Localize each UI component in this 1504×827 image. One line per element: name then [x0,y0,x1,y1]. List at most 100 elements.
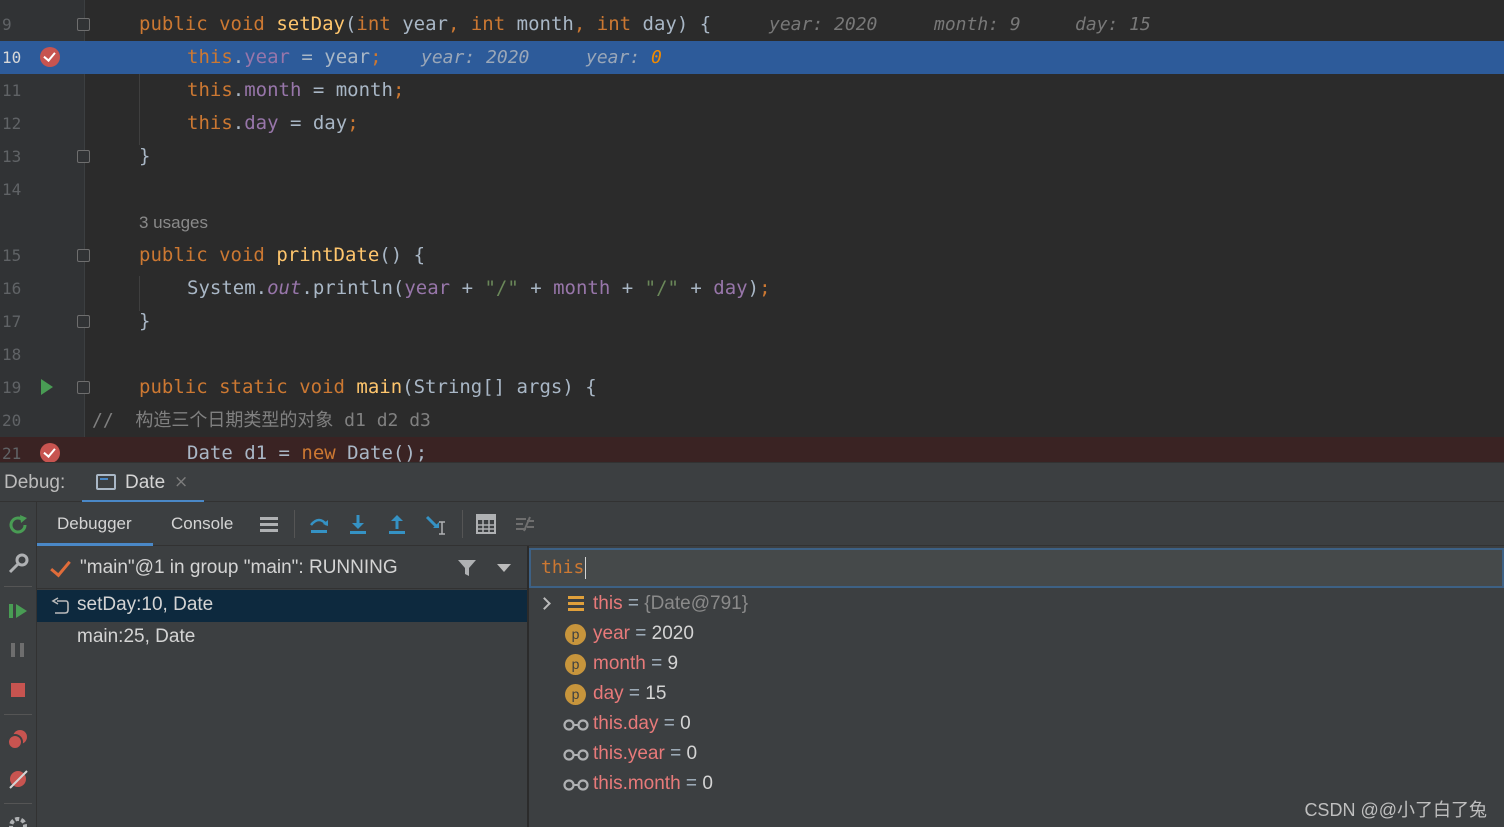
variable-row-this[interactable]: this = {Date@791} [529,590,1504,620]
debug-label: Debug: [4,472,66,493]
return-arrow-icon [51,597,69,614]
code-line-10-current[interactable]: 10 this.year = year; year: 2020 year: 0 [0,41,1504,74]
watch-glasses-icon [563,749,589,761]
code-line-15[interactable]: 15 public void printDate() { [0,239,1504,272]
code-line-17[interactable]: 17 } [0,305,1504,338]
code-comment: // 构造三个日期类型的对象 d1 d2 d3 [92,410,431,431]
fold-marker-icon[interactable] [77,150,90,163]
variable-entry: year = 2020 [593,623,694,644]
variable-row-day[interactable]: p day = 15 [529,680,1504,710]
breakpoint-verified-icon[interactable] [40,443,60,462]
code-line-20[interactable]: 20 // 构造三个日期类型的对象 d1 d2 d3 [0,404,1504,437]
code-line-12[interactable]: 12 this.day = day; [0,107,1504,140]
chevron-down-icon[interactable] [497,564,511,572]
frames-layout-icon[interactable] [258,513,280,535]
tab-console[interactable]: Console [171,514,233,534]
code-text: this.month = month; [187,79,405,101]
watch-row-this-year[interactable]: this.year = 0 [529,740,1504,770]
toolbar-separator [4,714,32,715]
line-number: 10 [2,48,22,67]
variable-row-month[interactable]: p month = 9 [529,650,1504,680]
evaluate-expression-icon[interactable] [475,513,497,535]
frame-row[interactable]: main:25, Date [37,622,527,654]
pause-icon[interactable] [6,638,30,662]
line-number: 11 [2,81,22,100]
code-line-9[interactable]: 9 public void setDay(int year, int month… [0,8,1504,41]
code-text: public void printDate() { [139,244,426,266]
thread-label: "main"@1 in group "main": RUNNING [80,557,398,578]
code-text: System.out.println(year + "/" + month + … [187,277,771,299]
inline-value-hint: year: 2020 [421,47,530,68]
fold-marker-icon[interactable] [77,18,90,31]
thread-selector[interactable]: "main"@1 in group "main": RUNNING [37,546,527,589]
frame-label: setDay:10, Date [77,594,214,615]
step-out-icon[interactable] [386,513,408,535]
variable-entry: month = 9 [593,653,679,674]
watermark: CSDN @@小了白了兔 [1304,800,1487,820]
watch-row-this-day[interactable]: this.day = 0 [529,710,1504,740]
inline-value-hint: year: 0 [586,47,662,68]
chevron-right-icon[interactable] [538,597,551,610]
variable-entry: this.month = 0 [593,773,713,794]
line-number: 16 [2,279,22,298]
code-line-14[interactable]: 14 [0,173,1504,206]
settings-gear-icon[interactable] [6,814,30,827]
code-line-11[interactable]: 11 this.month = month; [0,74,1504,107]
debug-session-tab-date[interactable]: Date × [82,463,204,503]
code-line-18[interactable]: 18 [0,338,1504,371]
step-over-icon[interactable] [308,513,330,535]
code-line-19[interactable]: 19 public static void main(String[] args… [0,371,1504,404]
trace-icon[interactable] [514,513,536,535]
fold-marker-icon[interactable] [77,249,90,262]
rerun-icon[interactable] [6,513,30,537]
toolbar-separator [4,803,32,804]
watch-glasses-icon [563,719,589,731]
frame-row-selected[interactable]: setDay:10, Date [37,590,527,622]
evaluate-expression-input[interactable]: this [529,548,1504,588]
stop-icon[interactable] [6,678,30,702]
line-number: 13 [2,147,22,166]
close-icon[interactable]: × [174,472,188,492]
code-text: public void setDay(int year, int month, … [139,13,712,35]
fold-marker-icon[interactable] [77,381,90,394]
variables-panel: this this = {Date@791} p year = 2020 p m… [529,546,1504,827]
inline-value-hint: year: 2020 [769,14,878,35]
line-number: 12 [2,114,22,133]
inline-value-hint: month: 9 [934,14,1021,35]
object-field-icon [568,596,584,612]
debug-session-tab-label: Date [125,472,166,493]
watch-glasses-icon [563,779,589,791]
fold-marker-icon[interactable] [77,315,90,328]
application-window-icon [96,474,116,490]
filter-icon[interactable] [457,558,477,578]
line-number: 19 [2,378,22,397]
breakpoint-verified-icon[interactable] [40,47,60,67]
code-line-13[interactable]: 13 } [0,140,1504,173]
line-number: 15 [2,246,22,265]
settings-wrench-icon[interactable] [6,552,30,576]
step-into-icon[interactable] [347,513,369,535]
mute-breakpoints-icon[interactable] [6,767,30,791]
tab-debugger[interactable]: Debugger [57,514,132,534]
code-text: } [139,310,151,332]
code-editor[interactable]: 9 public void setDay(int year, int month… [0,0,1504,462]
resume-icon[interactable] [6,599,30,623]
variable-entry: this.day = 0 [593,713,691,734]
debugger-toolbar: Debugger Console [37,502,1504,546]
run-gutter-icon[interactable] [41,379,53,395]
line-number: 17 [2,312,22,331]
variable-entry: this.year = 0 [593,743,698,764]
line-number: 9 [2,15,12,34]
usages-hint[interactable]: 3 usages [139,206,208,239]
view-breakpoints-icon[interactable] [6,727,30,751]
code-text: } [139,145,151,167]
variable-row-year[interactable]: p year = 2020 [529,620,1504,650]
code-line-21-breakpoint[interactable]: 21 Date d1 = new Date(); [0,437,1504,462]
run-to-cursor-icon[interactable] [425,513,447,535]
debug-tool-window-header: Debug: Date × [0,462,1504,503]
toolbar-separator [4,586,32,587]
parameter-icon: p [565,684,586,705]
thread-running-check-icon [50,555,71,578]
code-text: this.year = year; [187,46,382,68]
code-line-16[interactable]: 16 System.out.println(year + "/" + month… [0,272,1504,305]
